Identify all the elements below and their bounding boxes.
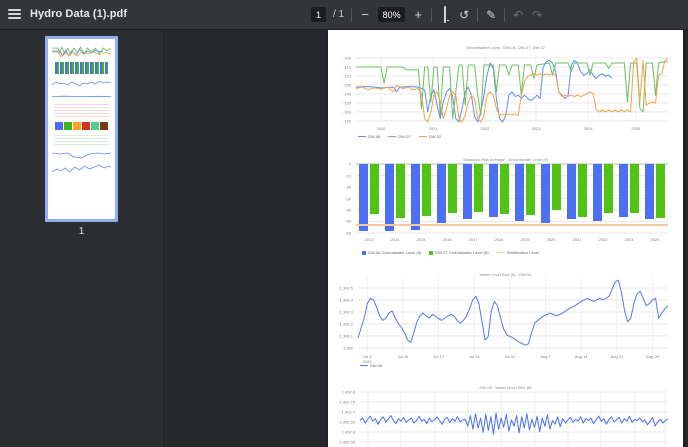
bar: [385, 164, 394, 231]
zoom-out-button[interactable]: −: [359, 8, 371, 21]
water-level-noisy-line-chart: DW-06 - Water Level Elev (ft) 1,402.81,4…: [328, 385, 683, 447]
bar: [604, 164, 613, 213]
thumbnail-mini-grid: [54, 134, 109, 145]
bar: [630, 164, 639, 213]
page-count-label: / 1: [333, 9, 344, 20]
divider: [477, 8, 478, 22]
thumbnail-panel: 1: [0, 30, 164, 447]
x-axis-labels: 2013201420152016201720182019202020212022…: [356, 237, 668, 247]
redo-button[interactable]: ↷: [531, 8, 543, 22]
divider: [351, 8, 352, 22]
page-number-input[interactable]: 1: [311, 7, 326, 22]
bar: [489, 164, 498, 217]
thumbnail-mini-bars: [55, 62, 108, 74]
thumbnail-color-swatches: [52, 121, 111, 130]
stabilization-line: [356, 224, 668, 226]
menu-button[interactable]: [8, 9, 21, 19]
chart-legend: DW-06DW-07DW-02: [358, 134, 441, 139]
bar: [474, 164, 483, 212]
divider: [504, 8, 505, 22]
divider: [431, 8, 432, 22]
bar: [411, 164, 420, 230]
pdf-viewport[interactable]: Groundwater Level - DW-06, DW-07, DW-02 …: [164, 30, 688, 447]
fit-page-icon: [444, 6, 446, 23]
pdf-viewer-window: Hydro Data (1).pdf 1 / 1 − 80% + ↺ ✎ ↶ ↷: [0, 0, 688, 447]
bar: [422, 164, 431, 216]
chart-legend: DW-06 Groundwater Level (ft)DW-07 Ground…: [362, 250, 539, 255]
plot-area: [356, 55, 668, 122]
x-axis-labels: Jul 32022Jul 10Jul 17Jul 24Jul 31Aug 7Au…: [358, 354, 668, 364]
thumbnail-mini-chart: [52, 149, 111, 159]
undo-button[interactable]: ↶: [512, 8, 524, 22]
water-level-line-chart: Water Level Elev (ft) - DW-06 1,390.51,3…: [328, 272, 683, 397]
bar: [515, 164, 524, 221]
bar: [396, 164, 405, 218]
plot-area: [358, 278, 668, 351]
plot-area: [356, 164, 668, 233]
thumbnail-mini-chart: [52, 163, 111, 175]
plot-area: [360, 392, 668, 447]
thumbnail-mini-chart: [52, 78, 111, 89]
seasonal-average-bar-chart: Seasonal High Average - Groundwater Leve…: [328, 157, 683, 287]
bar: [656, 164, 665, 218]
bar: [463, 164, 472, 219]
chart-title: Seasonal High Average - Groundwater Leve…: [328, 157, 683, 162]
chart-title: DW-06 - Water Level Elev (ft): [328, 385, 683, 390]
pen-icon: ✎: [486, 8, 496, 22]
bar: [526, 164, 535, 215]
y-axis-labels: -100-110-120-130-140-150-160-170: [328, 55, 354, 122]
zoom-in-button[interactable]: +: [412, 8, 424, 21]
pdf-page: Groundwater Level - DW-06, DW-07, DW-02 …: [328, 30, 683, 447]
y-axis-labels: 0-10-20-30-40-50-60: [328, 164, 354, 233]
bar: [500, 164, 509, 214]
y-axis-labels: 1,390.51,390.41,390.31,390.21,390.11,390: [328, 278, 356, 351]
thumbnail-mini-chart: [52, 45, 111, 58]
chart-legend: DW-06: [360, 363, 382, 368]
groundwater-level-line-chart: Groundwater Level - DW-06, DW-07, DW-02 …: [328, 45, 683, 170]
thumbnail-mini-table: [54, 104, 109, 117]
redo-icon: ↷: [532, 8, 542, 22]
document-title: Hydro Data (1).pdf: [30, 0, 127, 29]
hamburger-icon: [8, 9, 21, 11]
bar: [437, 164, 446, 223]
y-axis-labels: 1,402.81,402.751,402.71,402.651,402.61,4…: [328, 392, 358, 447]
undo-icon: ↶: [513, 8, 523, 22]
bar: [448, 164, 457, 213]
annotate-button[interactable]: ✎: [485, 8, 497, 22]
toolbar-controls: 1 / 1 − 80% + ↺ ✎ ↶ ↷: [311, 0, 543, 29]
rotate-ccw-icon: ↺: [459, 8, 469, 22]
thumbnail-mini-chart: [52, 93, 111, 100]
bar: [359, 164, 368, 231]
chart-title: Groundwater Level - DW-06, DW-07, DW-02: [328, 45, 683, 50]
bar: [552, 164, 561, 210]
thumbnail-preview: [48, 39, 115, 219]
bar: [593, 164, 602, 221]
bar: [645, 164, 654, 219]
bar: [370, 164, 379, 214]
zoom-level-input[interactable]: 80%: [378, 7, 405, 22]
bar: [567, 164, 576, 219]
fit-page-button[interactable]: [439, 8, 451, 21]
thumbnail-page-number: 1: [79, 226, 85, 237]
rotate-button[interactable]: ↺: [458, 8, 470, 22]
chart-title: Water Level Elev (ft) - DW-06: [328, 272, 683, 277]
bar: [541, 164, 550, 223]
page-thumbnail[interactable]: [45, 36, 118, 222]
pdf-toolbar: Hydro Data (1).pdf 1 / 1 − 80% + ↺ ✎ ↶ ↷: [0, 0, 688, 30]
bar: [578, 164, 587, 217]
bar: [619, 164, 628, 217]
